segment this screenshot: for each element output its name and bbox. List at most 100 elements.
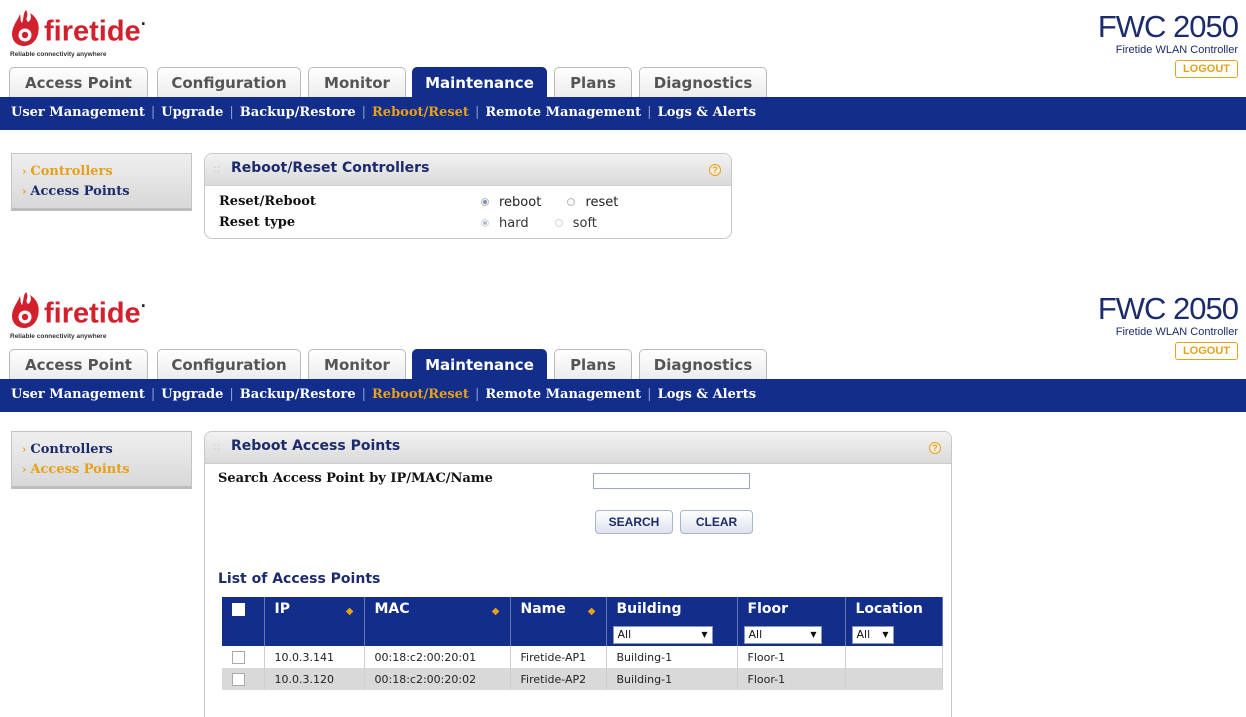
cell-mac: 00:18:c2:00:20:01 [364, 646, 511, 668]
column-header-ip[interactable]: IP ◆ [264, 597, 365, 621]
search-label: Search Access Point by IP/MAC/Name [218, 471, 493, 486]
side-menu-access-points[interactable]: › Access Points [22, 460, 191, 480]
logo-wordmark: firetide· [44, 296, 147, 330]
nav-separator: | [361, 387, 366, 402]
nav-remote-management[interactable]: Remote Management [485, 387, 641, 402]
sort-icon[interactable]: ◆ [588, 606, 596, 617]
soft-label: soft [572, 216, 597, 231]
firetide-swirl-icon [12, 10, 39, 46]
drag-handle-icon[interactable]: :: [213, 162, 220, 175]
side-menu: › Controllers › Access Points [11, 153, 192, 211]
table-row[interactable]: 10.0.3.141 00:18:c2:00:20:01 Firetide-AP… [222, 646, 943, 668]
screen-reboot-controllers: firetide· Reliable connectivity anywhere… [0, 0, 1246, 262]
tab-diagnostics[interactable]: Diagnostics [639, 349, 767, 379]
sub-navigation: User Management | Upgrade | Backup/Restore | R… [0, 97, 1246, 130]
nav-user-management[interactable]: User Management [11, 105, 145, 120]
tab-monitor[interactable]: Monitor [308, 67, 406, 97]
nav-separator: | [474, 105, 480, 120]
product-name: FWC 2050 [1097, 9, 1239, 44]
tab-maintenance[interactable]: Maintenance [412, 67, 547, 97]
floor-filter-select[interactable]: All ▼ [743, 626, 822, 644]
reset-radio[interactable] [567, 197, 576, 206]
cell-floor: Floor-1 [737, 668, 846, 690]
cell-location [845, 646, 943, 668]
tab-access-point[interactable]: Access Point [9, 67, 148, 97]
chevron-right-icon: › [22, 185, 27, 198]
reboot-radio[interactable] [481, 197, 489, 206]
filter-cell [264, 621, 365, 646]
logout-button[interactable]: LOGOUT [1174, 60, 1238, 78]
row-select-cell [222, 646, 265, 668]
cell-mac: 00:18:c2:00:20:02 [364, 668, 511, 690]
list-title: List of Access Points [218, 571, 381, 587]
firetide-logo[interactable]: firetide· Reliable connectivity anywhere [10, 6, 210, 66]
nav-upgrade[interactable]: Upgrade [161, 387, 223, 402]
soft-radio[interactable] [554, 218, 563, 227]
select-all-checkbox[interactable] [232, 602, 245, 616]
filter-cell: All ▼ [606, 621, 738, 646]
tab-monitor[interactable]: Monitor [308, 349, 406, 379]
panel-title: Reboot Access Points [231, 438, 401, 454]
cell-name: Firetide-AP2 [510, 668, 607, 690]
nav-backup-restore[interactable]: Backup/Restore [240, 105, 356, 120]
location-filter-select[interactable]: All ▼ [851, 626, 894, 644]
clear-button[interactable]: CLEAR [680, 510, 753, 534]
side-menu-controllers[interactable]: › Controllers [22, 440, 191, 460]
side-menu-controllers[interactable]: › Controllers [22, 162, 191, 182]
cell-floor: Floor-1 [737, 646, 846, 668]
dropdown-caret-icon: ▼ [810, 630, 817, 639]
nav-upgrade[interactable]: Upgrade [161, 105, 223, 120]
nav-logs-alerts[interactable]: Logs & Alerts [658, 105, 756, 120]
panel-header: :: Reboot Access Points ? [205, 432, 951, 464]
tab-plans[interactable]: Plans [554, 67, 632, 97]
reset-type-radio-group: hard soft [481, 216, 619, 231]
nav-user-management[interactable]: User Management [11, 387, 145, 402]
nav-logs-alerts[interactable]: Logs & Alerts [658, 387, 756, 402]
column-header-floor: Floor [737, 597, 846, 621]
panel-title: Reboot/Reset Controllers [231, 160, 430, 176]
reboot-label: reboot [499, 195, 542, 210]
cell-location [845, 668, 943, 690]
row-checkbox[interactable] [232, 650, 245, 664]
tab-maintenance[interactable]: Maintenance [412, 349, 547, 379]
building-filter-select[interactable]: All ▼ [612, 626, 713, 644]
filter-cell [222, 621, 265, 646]
table-filter-row: All ▼ All ▼ All ▼ [222, 621, 943, 646]
sort-icon[interactable]: ◆ [492, 606, 500, 617]
nav-backup-restore[interactable]: Backup/Restore [240, 387, 356, 402]
hard-label: hard [499, 216, 529, 231]
help-icon[interactable]: ? [709, 164, 721, 176]
cell-ip: 10.0.3.141 [264, 646, 365, 668]
side-menu-access-points[interactable]: › Access Points [22, 182, 191, 202]
column-header-name[interactable]: Name ◆ [510, 597, 607, 621]
tab-plans[interactable]: Plans [554, 349, 632, 379]
nav-remote-management[interactable]: Remote Management [485, 105, 641, 120]
tab-configuration[interactable]: Configuration [157, 349, 301, 379]
nav-separator: | [474, 387, 480, 402]
sort-icon[interactable]: ◆ [346, 606, 354, 617]
filter-cell [364, 621, 511, 646]
nav-separator: | [150, 105, 156, 120]
search-button[interactable]: SEARCH [595, 510, 673, 534]
filter-cell [510, 621, 607, 646]
firetide-logo[interactable]: firetide· Reliable connectivity anywhere [10, 288, 210, 348]
nav-reboot-reset[interactable]: Reboot/Reset [372, 387, 469, 402]
nav-reboot-reset[interactable]: Reboot/Reset [372, 105, 469, 120]
row-checkbox[interactable] [232, 672, 245, 686]
column-header-mac[interactable]: MAC ◆ [364, 597, 511, 621]
cell-building: Building-1 [606, 646, 738, 668]
tab-configuration[interactable]: Configuration [157, 67, 301, 97]
help-icon[interactable]: ? [929, 442, 941, 454]
search-input[interactable] [593, 473, 750, 489]
drag-handle-icon[interactable]: :: [213, 440, 220, 453]
tab-access-point[interactable]: Access Point [9, 349, 148, 379]
nav-separator: | [647, 105, 652, 120]
filter-cell: All ▼ [737, 621, 846, 646]
tab-diagnostics[interactable]: Diagnostics [639, 67, 767, 97]
table-row[interactable]: 10.0.3.120 00:18:c2:00:20:02 Firetide-AP… [222, 668, 943, 690]
nav-separator: | [361, 105, 366, 120]
hard-radio[interactable] [481, 218, 489, 227]
filter-cell: All ▼ [845, 621, 943, 646]
cell-building: Building-1 [606, 668, 738, 690]
logout-button[interactable]: LOGOUT [1174, 342, 1238, 360]
